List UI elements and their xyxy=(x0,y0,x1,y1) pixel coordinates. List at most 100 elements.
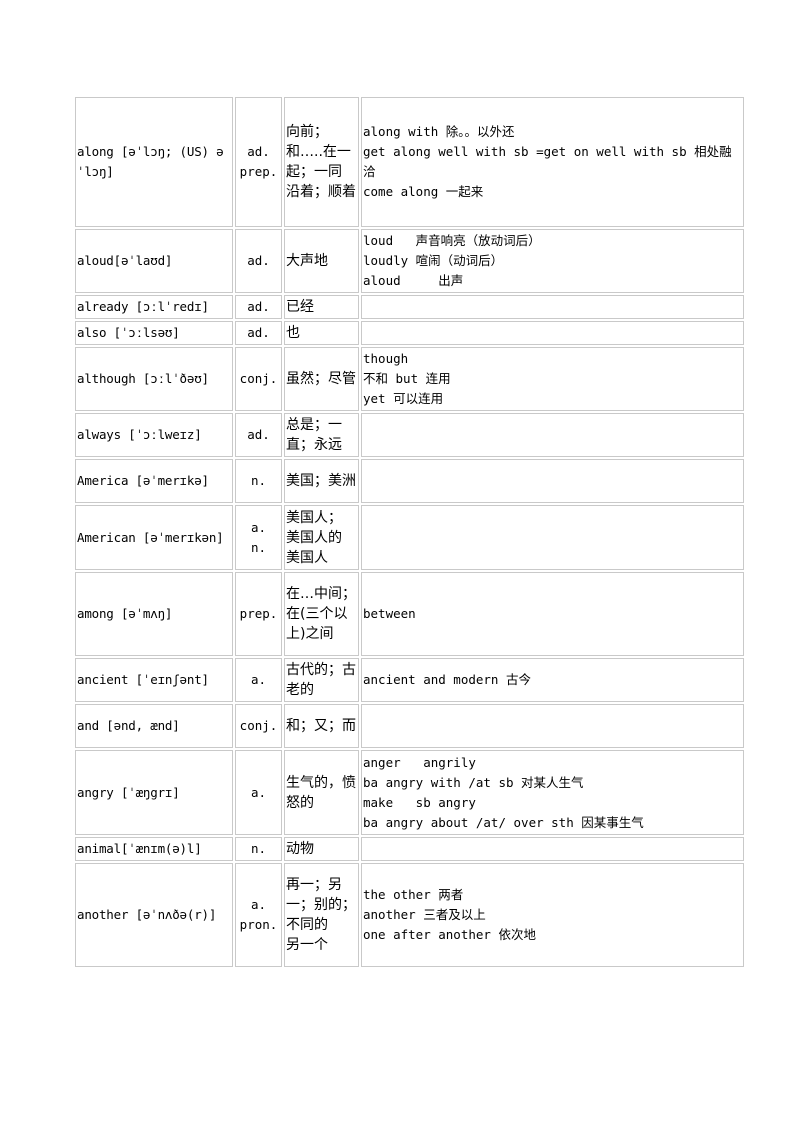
meaning-cell: 在…中间；在(三个以上)之间 xyxy=(284,572,359,656)
table-row: already [ɔːlˈredɪ] ad. 已经 xyxy=(75,295,744,319)
part-of-speech-cell: a. pron. xyxy=(235,863,282,967)
usage-notes-cell: ancient and modern 古今 xyxy=(361,658,744,702)
usage-notes-cell: along with 除。。以外还 get along well with sb … xyxy=(361,97,744,227)
part-of-speech: ad. xyxy=(247,325,270,340)
table-row: ancient [ˈeɪnʃənt] a. 古代的；古老的 ancient and m… xyxy=(75,658,744,702)
part-of-speech: n. xyxy=(250,841,267,856)
meaning-text: 虽然；尽管 xyxy=(286,371,356,387)
meaning-text: 动物 xyxy=(286,841,314,857)
table-row: American [əˈmerɪkən] a. n. 美国人； 美国人的 美国人 xyxy=(75,505,744,570)
usage-note: between xyxy=(363,606,416,621)
usage-note: aloud 出声 xyxy=(363,273,464,288)
meaning-text: 在…中间；在(三个以上)之间 xyxy=(286,586,356,642)
part-of-speech: conj. xyxy=(239,371,278,386)
usage-note: get along well with sb =get on well with… xyxy=(363,144,732,179)
part-of-speech-cell: prep. xyxy=(235,572,282,656)
word-cell: and [ənd, ænd] xyxy=(75,704,233,748)
table-row: America [əˈmerɪkə] n. 美国；美洲 xyxy=(75,459,744,503)
usage-note: another 三者及以上 xyxy=(363,907,486,922)
meaning-cell: 和；又；而 xyxy=(284,704,359,748)
meaning-text: 另一个 xyxy=(286,937,328,953)
part-of-speech: n. xyxy=(250,473,267,488)
meaning-text: 美国人 xyxy=(286,549,328,566)
part-of-speech: a. xyxy=(250,672,267,687)
meaning-cell: 大声地 xyxy=(284,229,359,293)
meaning-cell: 再一；另一；别的；不同的另一个 xyxy=(284,863,359,967)
meaning-cell: 也 xyxy=(284,321,359,345)
part-of-speech-cell: n. xyxy=(235,459,282,503)
usage-note: ancient and modern 古今 xyxy=(363,672,531,687)
part-of-speech-cell: conj. xyxy=(235,347,282,411)
word-cell: aloud[əˈlaʊd] xyxy=(75,229,233,293)
table-row: among [əˈmʌŋ] prep. 在…中间；在(三个以上)之间 between xyxy=(75,572,744,656)
meaning-cell: 虽然；尽管 xyxy=(284,347,359,411)
table-row: although [ɔːlˈðəʊ] conj. 虽然；尽管 though 不和 but… xyxy=(75,347,744,411)
usage-note: along with 除。。以外还 xyxy=(363,124,515,139)
usage-note: one after another 依次地 xyxy=(363,927,536,942)
usage-notes-cell: though 不和 but 连用 yet 可以连用 xyxy=(361,347,744,411)
usage-notes-cell xyxy=(361,837,744,861)
meaning-cell: 生气的，愤怒的 xyxy=(284,750,359,835)
part-of-speech-cell: a. xyxy=(235,750,282,835)
usage-notes-cell xyxy=(361,459,744,503)
meaning-text: 沿着；顺着 xyxy=(286,184,356,200)
word-cell: American [əˈmerɪkən] xyxy=(75,505,233,570)
meaning-text: 向前； xyxy=(286,124,328,140)
part-of-speech-cell: conj. xyxy=(235,704,282,748)
meaning-text: 美国人； xyxy=(286,509,342,526)
word-cell: ancient [ˈeɪnʃənt] xyxy=(75,658,233,702)
meaning-cell: 总是；一直；永远 xyxy=(284,413,359,457)
part-of-speech: ad. xyxy=(247,427,270,442)
usage-note: loudly 喧闹（动词后） xyxy=(363,253,504,268)
usage-notes-cell xyxy=(361,704,744,748)
table-row: another [əˈnʌðə(r)] a. pron. 再一；另一；别的；不同的 另一… xyxy=(75,863,744,967)
meaning-text: 古代的；古老的 xyxy=(286,662,356,698)
table-row: also [ˈɔːlsəʊ] ad. 也 xyxy=(75,321,744,345)
part-of-speech: a. xyxy=(250,519,267,535)
word-cell: animal[ˈænɪm(ə)l] xyxy=(75,837,233,861)
meaning-text: 生气的，愤怒的 xyxy=(286,774,356,811)
word-cell: America [əˈmerɪkə] xyxy=(75,459,233,503)
usage-note: anger angrily xyxy=(363,754,476,770)
usage-notes-cell xyxy=(361,505,744,570)
part-of-speech: prep. xyxy=(239,606,278,621)
part-of-speech-cell: ad. xyxy=(235,413,282,457)
part-of-speech: pron. xyxy=(239,917,278,932)
usage-note: the other 两者 xyxy=(363,887,464,902)
word-cell: also [ˈɔːlsəʊ] xyxy=(75,321,233,345)
word-cell: always [ˈɔːlweɪz] xyxy=(75,413,233,457)
vocabulary-table: along [əˈlɔŋ; (US) əˈlɔŋ] ad. prep. 向前； 和…..… xyxy=(73,95,746,969)
usage-note: yet 可以连用 xyxy=(363,391,444,406)
part-of-speech: ad. xyxy=(247,253,270,268)
vocabulary-page: along [əˈlɔŋ; (US) əˈlɔŋ] ad. prep. 向前； 和…..… xyxy=(75,97,744,967)
meaning-text: 再一；另一；别的；不同的 xyxy=(286,877,356,933)
word-cell: already [ɔːlˈredɪ] xyxy=(75,295,233,319)
table-row: angry [ˈæŋgrɪ] a. 生气的，愤怒的 anger angrily ba a… xyxy=(75,750,744,835)
word-cell: although [ɔːlˈðəʊ] xyxy=(75,347,233,411)
part-of-speech: conj. xyxy=(239,718,278,733)
word-cell: among [əˈmʌŋ] xyxy=(75,572,233,656)
table-row: and [ənd, ænd] conj. 和；又；而 xyxy=(75,704,744,748)
word-cell: along [əˈlɔŋ; (US) əˈlɔŋ] xyxy=(75,97,233,227)
meaning-cell: 动物 xyxy=(284,837,359,861)
usage-note: make sb angry xyxy=(363,794,476,810)
usage-notes-cell: loud 声音响亮（放动词后） loudly 喧闹（动词后） aloud 出声 xyxy=(361,229,744,293)
meaning-cell: 美国人； 美国人的 美国人 xyxy=(284,505,359,570)
part-of-speech: a. xyxy=(250,897,267,912)
meaning-cell: 美国；美洲 xyxy=(284,459,359,503)
table-row: always [ˈɔːlweɪz] ad. 总是；一直；永远 xyxy=(75,413,744,457)
usage-notes-cell: the other 两者 another 三者及以上 one after anoth… xyxy=(361,863,744,967)
part-of-speech-cell: ad. xyxy=(235,229,282,293)
usage-notes-cell xyxy=(361,413,744,457)
part-of-speech: ad. xyxy=(247,144,270,159)
part-of-speech-cell: a. xyxy=(235,658,282,702)
part-of-speech-cell: ad. prep. xyxy=(235,97,282,227)
meaning-cell: 古代的；古老的 xyxy=(284,658,359,702)
meaning-text: 和…..在一起；一同 xyxy=(286,144,351,180)
meaning-text: 也 xyxy=(286,325,300,341)
usage-note: ba angry about /at/ over sth 因某事生气 xyxy=(363,814,644,830)
table-row: animal[ˈænɪm(ə)l] n. 动物 xyxy=(75,837,744,861)
meaning-text: 和；又；而 xyxy=(286,718,356,734)
word-cell: angry [ˈæŋgrɪ] xyxy=(75,750,233,835)
meaning-text: 已经 xyxy=(286,299,314,315)
